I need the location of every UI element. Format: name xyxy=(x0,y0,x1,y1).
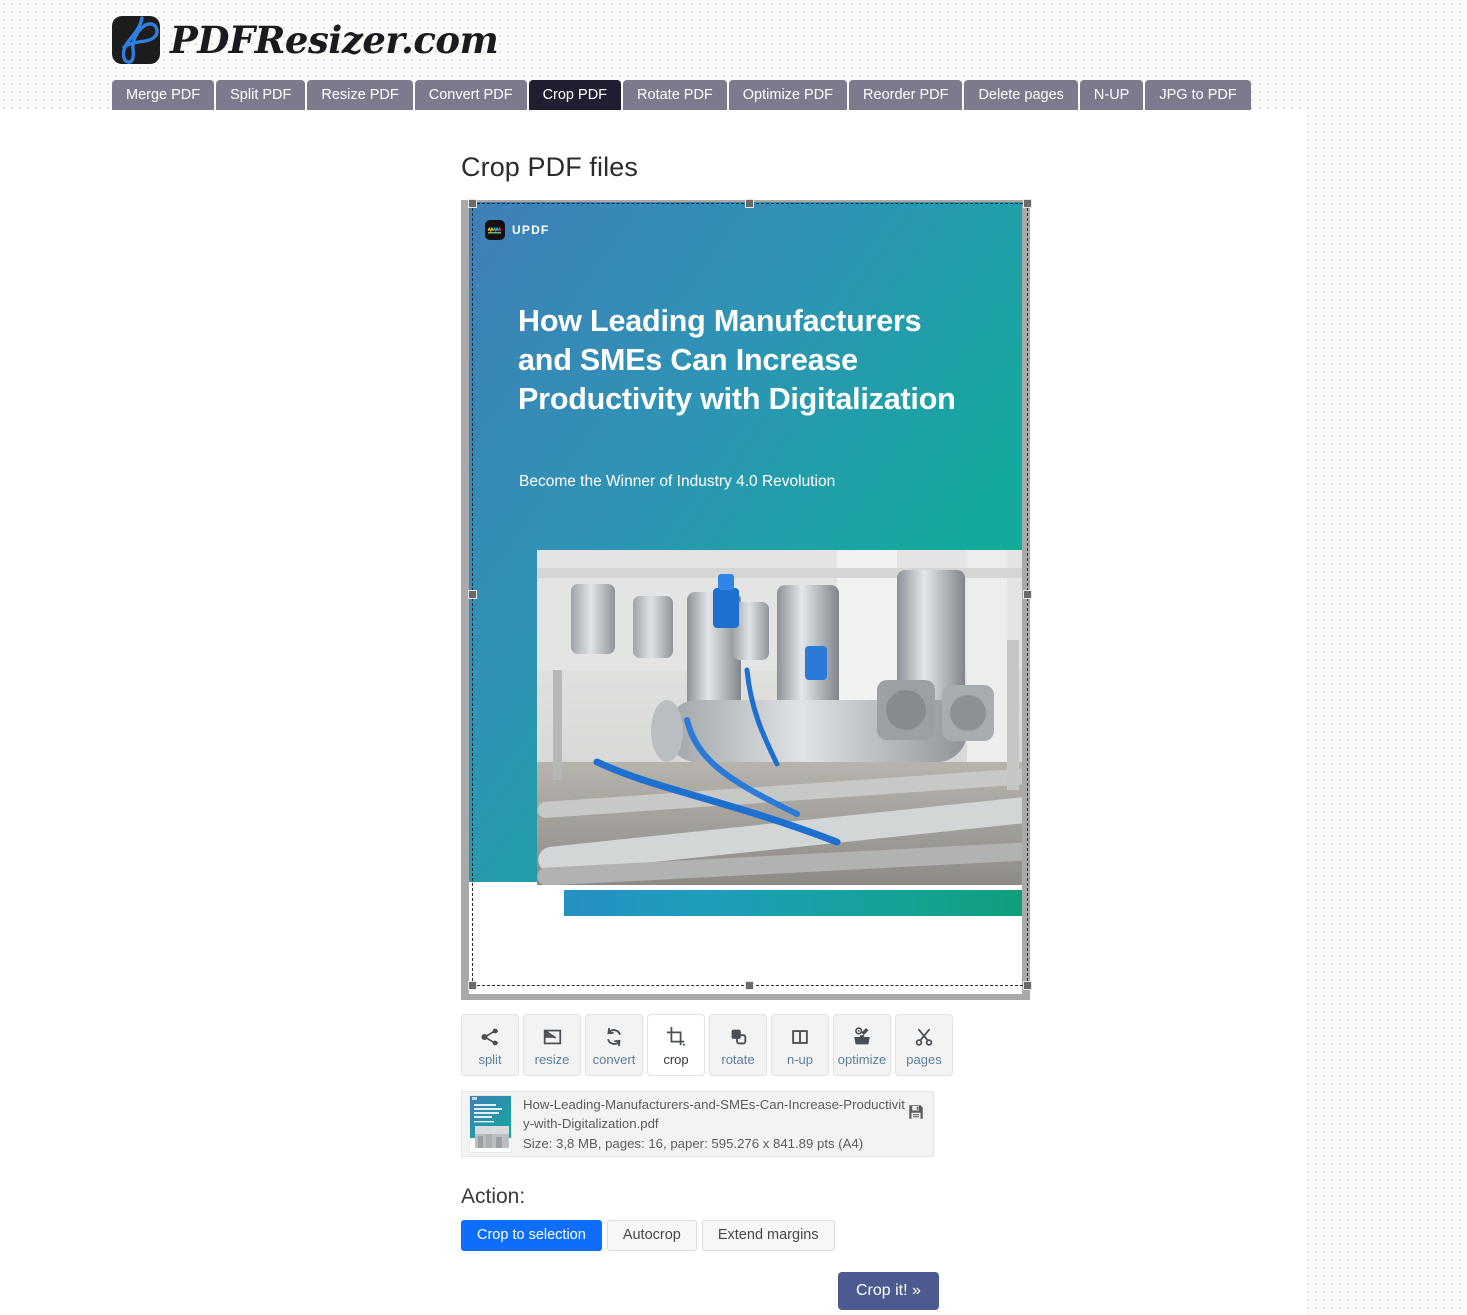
action-autocrop[interactable]: Autocrop xyxy=(606,1220,697,1251)
tab-merge-pdf[interactable]: Merge PDF xyxy=(112,80,215,110)
tab-reorder-pdf[interactable]: Reorder PDF xyxy=(849,80,963,110)
pdf-cover-footer-bar xyxy=(564,890,1022,916)
columns-icon xyxy=(789,1024,811,1050)
tool-label-pages: pages xyxy=(906,1051,942,1067)
floppy-disk-icon[interactable] xyxy=(907,1103,925,1121)
primary-nav-tabs: Merge PDF Split PDF Resize PDF Convert P… xyxy=(112,80,1251,110)
tool-label-resize: resize xyxy=(534,1051,570,1067)
updf-brand: UPDF xyxy=(485,220,549,240)
toolbox-gear-icon xyxy=(851,1024,873,1050)
pdf-page-preview: UPDF How Leading Manufacturers and SMEs … xyxy=(469,202,1022,994)
pdf-document-icon xyxy=(112,16,160,64)
tool-label-crop: crop xyxy=(663,1051,689,1067)
updf-brand-label: UPDF xyxy=(512,223,550,237)
tool-label-split: split xyxy=(478,1051,502,1067)
share-nodes-icon xyxy=(479,1024,501,1050)
tab-delete-pages[interactable]: Delete pages xyxy=(964,80,1078,110)
resize-frame-icon xyxy=(541,1024,563,1050)
file-info-panel[interactable]: How-Leading-Manufacturers-and-SMEs-Can-I… xyxy=(461,1091,934,1157)
file-metadata: How-Leading-Manufacturers-and-SMEs-Can-I… xyxy=(523,1095,907,1153)
action-crop-to-selection[interactable]: Crop to selection xyxy=(461,1220,602,1251)
tab-convert-pdf[interactable]: Convert PDF xyxy=(414,80,527,110)
site-logo[interactable]: PDFResizer.com xyxy=(112,12,499,68)
tool-button-pages[interactable]: pages xyxy=(895,1014,953,1076)
tool-button-n-up[interactable]: n-up xyxy=(771,1014,829,1076)
tool-label-convert: convert xyxy=(592,1051,636,1067)
tab-optimize-pdf[interactable]: Optimize PDF xyxy=(728,80,848,110)
tool-label-rotate: rotate xyxy=(721,1051,755,1067)
action-options: Crop to selection Autocrop Extend margin… xyxy=(461,1220,835,1251)
page-title: Crop PDF files xyxy=(461,152,638,182)
crop-it-button[interactable]: Crop it! » xyxy=(838,1272,939,1310)
site-logo-text: PDFResizer.com xyxy=(170,18,499,62)
file-details: Size: 3,8 MB, pages: 16, paper: 595.276 … xyxy=(523,1136,864,1151)
tool-button-crop[interactable]: crop xyxy=(647,1014,705,1076)
tool-button-optimize[interactable]: optimize xyxy=(833,1014,891,1076)
updf-app-icon xyxy=(485,220,505,240)
scissors-icon xyxy=(913,1024,935,1050)
pdf-cover-photo xyxy=(537,550,1022,885)
site-header: PDFResizer.com Merge PDF Split PDF Resiz… xyxy=(0,0,1306,110)
tool-button-split[interactable]: split xyxy=(461,1014,519,1076)
industrial-machinery-illustration xyxy=(537,550,1022,885)
pdf-cover-thumbnail xyxy=(469,1095,512,1153)
tab-resize-pdf[interactable]: Resize PDF xyxy=(307,80,413,110)
action-extend-margins[interactable]: Extend margins xyxy=(701,1220,835,1251)
tool-buttons: split resize convert crop rotate n-up op… xyxy=(461,1014,953,1076)
pdf-ribbon-glyph xyxy=(121,16,159,64)
crop-icon xyxy=(665,1024,687,1050)
tool-button-rotate[interactable]: rotate xyxy=(709,1014,767,1076)
refresh-cycle-icon xyxy=(603,1024,625,1050)
pdf-cover-subtitle: Become the Winner of Industry 4.0 Revolu… xyxy=(519,473,836,490)
tool-label-n-up: n-up xyxy=(786,1051,814,1067)
updf-wave-glyph xyxy=(487,226,502,234)
tool-button-resize[interactable]: resize xyxy=(523,1014,581,1076)
tool-button-convert[interactable]: convert xyxy=(585,1014,643,1076)
action-section-label: Action: xyxy=(461,1185,526,1208)
tab-jpg-to-pdf[interactable]: JPG to PDF xyxy=(1145,80,1251,110)
pdf-crop-viewer[interactable]: UPDF How Leading Manufacturers and SMEs … xyxy=(461,200,1030,1000)
tab-crop-pdf[interactable]: Crop PDF xyxy=(528,80,622,110)
file-name: How-Leading-Manufacturers-and-SMEs-Can-I… xyxy=(523,1097,905,1131)
rotate-shapes-icon xyxy=(727,1024,749,1050)
tool-label-optimize: optimize xyxy=(837,1051,887,1067)
tab-split-pdf[interactable]: Split PDF xyxy=(216,80,306,110)
thumbnail-image xyxy=(470,1096,511,1152)
pdf-cover-title: How Leading Manufacturers and SMEs Can I… xyxy=(518,304,956,416)
tab-n-up[interactable]: N-UP xyxy=(1079,80,1144,110)
tab-rotate-pdf[interactable]: Rotate PDF xyxy=(623,80,727,110)
